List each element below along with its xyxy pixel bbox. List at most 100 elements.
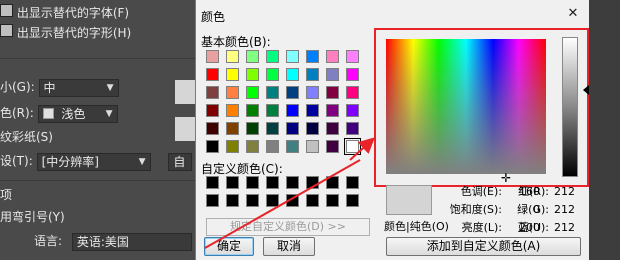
custom-color-swatch[interactable] xyxy=(206,194,219,207)
basic-color-swatch[interactable] xyxy=(206,104,219,117)
basic-color-swatch[interactable] xyxy=(326,104,339,117)
basic-color-swatch[interactable] xyxy=(326,122,339,135)
basic-color-swatch[interactable] xyxy=(346,50,359,63)
basic-color-swatch[interactable] xyxy=(306,68,319,81)
define-custom-colors-button[interactable]: 规定自定义颜色(D) >> xyxy=(206,218,370,236)
basic-color-swatch[interactable] xyxy=(206,86,219,99)
size-dropdown[interactable]: 中 ▼ xyxy=(38,78,119,97)
basic-color-swatch[interactable] xyxy=(266,122,279,135)
basic-color-swatch[interactable] xyxy=(266,86,279,99)
basic-color-swatch[interactable] xyxy=(226,50,239,63)
basic-color-swatch[interactable] xyxy=(226,68,239,81)
selected-color-swatch[interactable] xyxy=(344,138,361,155)
ok-button[interactable]: 确定 xyxy=(204,237,254,256)
basic-color-swatch[interactable] xyxy=(286,50,299,63)
basic-color-swatch[interactable] xyxy=(226,140,239,153)
preset-dropdown[interactable]: [中分辨率] ▼ xyxy=(36,152,151,171)
basic-color-swatch[interactable] xyxy=(226,122,239,135)
color-preview-swatch[interactable] xyxy=(175,80,195,104)
basic-color-swatch[interactable] xyxy=(306,140,319,153)
basic-color-swatch[interactable] xyxy=(266,68,279,81)
basic-color-swatch[interactable] xyxy=(246,68,259,81)
custom-color-swatch[interactable] xyxy=(346,176,359,189)
basic-color-swatch[interactable] xyxy=(206,68,219,81)
basic-color-swatch[interactable] xyxy=(226,104,239,117)
quotes-row[interactable]: 用弯引号(Y) xyxy=(0,208,65,226)
custom-button[interactable]: 自 xyxy=(168,152,193,171)
green-value[interactable]: 212 xyxy=(551,202,575,218)
basic-color-swatch[interactable] xyxy=(246,50,259,63)
blue-value[interactable]: 212 xyxy=(551,220,575,236)
basic-color-swatch[interactable] xyxy=(306,104,319,117)
custom-color-swatch[interactable] xyxy=(306,194,319,207)
custom-color-swatch[interactable] xyxy=(206,176,219,189)
blue-label: 蓝(U): xyxy=(517,221,549,234)
language-dropdown[interactable]: 英语:美国 xyxy=(71,232,192,251)
glyph-substitution-row[interactable]: 出显示替代的字形(H) xyxy=(0,24,131,42)
options-heading: 项 xyxy=(0,188,13,202)
cancel-button[interactable]: 取消 xyxy=(263,237,315,256)
chevron-down-icon: ▼ xyxy=(105,108,113,119)
basic-color-swatch[interactable] xyxy=(246,140,259,153)
font-substitution-row[interactable]: 出显示替代的字体(F) xyxy=(0,4,129,22)
basic-color-swatch[interactable] xyxy=(266,50,279,63)
basic-color-swatch[interactable] xyxy=(266,140,279,153)
custom-color-swatch[interactable] xyxy=(266,176,279,189)
custom-color-swatch[interactable] xyxy=(306,176,319,189)
basic-color-swatch[interactable] xyxy=(286,122,299,135)
preset-value: [中分辨率] xyxy=(41,154,99,169)
basic-color-swatch[interactable] xyxy=(306,50,319,63)
custom-color-swatch[interactable] xyxy=(286,194,299,207)
basic-color-swatch[interactable] xyxy=(246,86,259,99)
crosshair-icon[interactable]: ✛ xyxy=(501,171,511,185)
basic-color-swatch[interactable] xyxy=(206,50,219,63)
custom-color-swatch[interactable] xyxy=(226,176,239,189)
basic-color-swatch[interactable] xyxy=(206,122,219,135)
custom-color-swatch[interactable] xyxy=(346,194,359,207)
color-dropdown[interactable]: 浅色 ▼ xyxy=(37,104,118,123)
red-value[interactable]: 212 xyxy=(551,184,575,200)
basic-color-swatch[interactable] xyxy=(226,86,239,99)
basic-color-swatch[interactable] xyxy=(206,140,219,153)
wallpaper-row[interactable]: 纹彩纸(S) xyxy=(0,128,53,146)
custom-color-swatch[interactable] xyxy=(266,194,279,207)
checkbox[interactable] xyxy=(0,4,13,17)
custom-color-swatch[interactable] xyxy=(246,176,259,189)
basic-color-swatch[interactable] xyxy=(286,86,299,99)
row-label: 出显示替代的字体(F) xyxy=(16,6,130,20)
background-scroll-area xyxy=(588,0,620,260)
custom-color-swatch[interactable] xyxy=(326,176,339,189)
luminance-slider[interactable] xyxy=(562,37,578,177)
color-swatch xyxy=(42,107,54,119)
divider xyxy=(0,180,195,181)
close-icon[interactable]: ✕ xyxy=(565,6,581,22)
basic-color-swatch[interactable] xyxy=(246,104,259,117)
color-preview-swatch-2[interactable] xyxy=(175,117,195,141)
basic-color-swatch[interactable] xyxy=(246,122,259,135)
custom-colors-grid xyxy=(206,176,376,212)
basic-color-swatch[interactable] xyxy=(306,122,319,135)
basic-color-swatch[interactable] xyxy=(326,86,339,99)
basic-color-swatch[interactable] xyxy=(346,104,359,117)
basic-color-swatch[interactable] xyxy=(286,140,299,153)
basic-color-swatch[interactable] xyxy=(266,104,279,117)
basic-color-swatch[interactable] xyxy=(286,104,299,117)
basic-color-swatch[interactable] xyxy=(326,140,339,153)
custom-color-swatch[interactable] xyxy=(226,194,239,207)
basic-color-swatch[interactable] xyxy=(326,50,339,63)
checkbox[interactable] xyxy=(0,24,13,37)
basic-color-swatch[interactable] xyxy=(346,68,359,81)
custom-color-swatch[interactable] xyxy=(246,194,259,207)
wallpaper-label: 纹彩纸(S) xyxy=(0,130,53,144)
add-to-custom-colors-button[interactable]: 添加到自定义颜色(A) xyxy=(386,237,581,256)
custom-color-swatch[interactable] xyxy=(286,176,299,189)
basic-color-swatch[interactable] xyxy=(346,86,359,99)
custom-color-swatch[interactable] xyxy=(326,194,339,207)
basic-color-swatch[interactable] xyxy=(286,68,299,81)
color-spectrum[interactable]: ✛ xyxy=(386,39,546,185)
basic-color-swatch[interactable] xyxy=(326,68,339,81)
language-value: 英语:美国 xyxy=(76,234,129,249)
slider-arrow-icon[interactable] xyxy=(583,85,589,95)
basic-color-swatch[interactable] xyxy=(346,122,359,135)
basic-color-swatch[interactable] xyxy=(306,86,319,99)
